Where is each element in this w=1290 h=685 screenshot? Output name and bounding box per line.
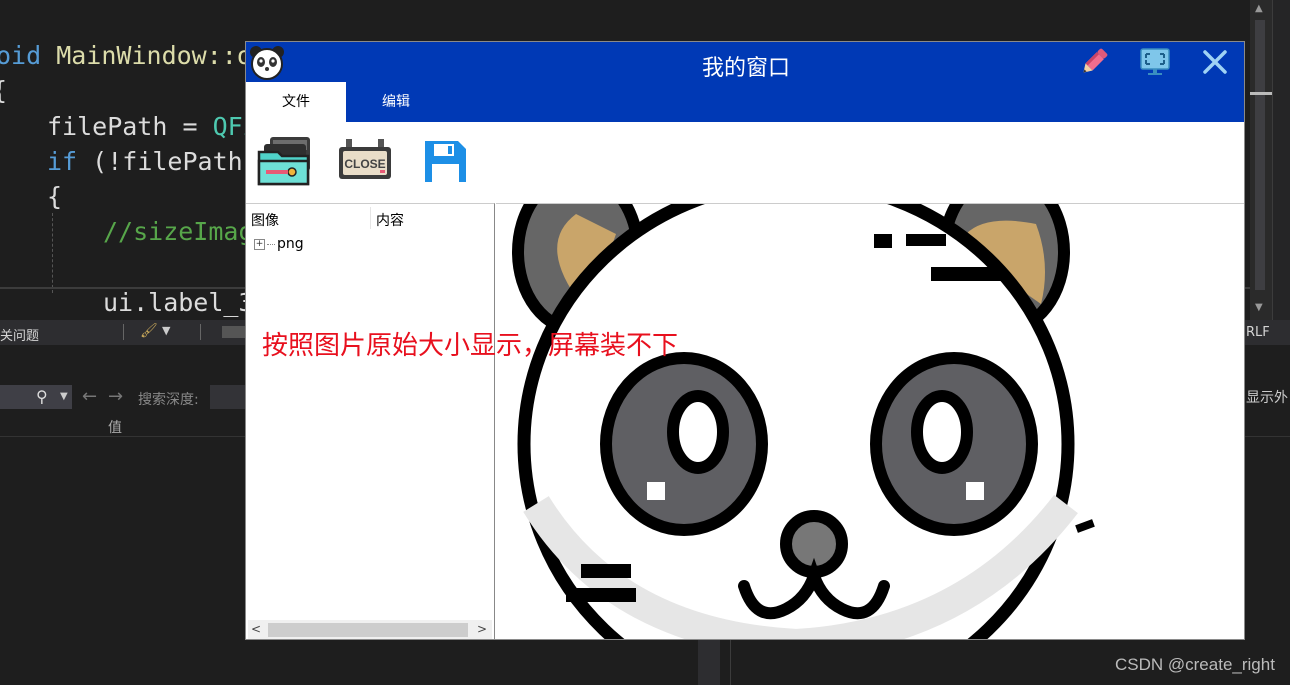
tree-header: 图像 内容 (246, 204, 493, 232)
tab-edit[interactable]: 编辑 (346, 82, 446, 122)
code-line-5: { (47, 182, 63, 211)
brush-icon[interactable]: 🖌 (140, 323, 158, 339)
horizontal-scroll-thumb[interactable] (222, 326, 246, 338)
search-depth-input[interactable] (210, 385, 246, 409)
divider (730, 640, 731, 685)
scroll-marker (1250, 92, 1272, 95)
scroll-down-icon[interactable]: ▼ (1255, 302, 1263, 313)
column-content[interactable]: 内容 (376, 210, 404, 230)
code-line-3: filePath = QFi (47, 112, 258, 141)
watermark: CSDN @create_right (1115, 655, 1275, 674)
tree-connector (267, 243, 275, 245)
forward-arrow-icon[interactable]: → (108, 386, 123, 407)
divider (200, 324, 201, 340)
svg-text:CLOSE: CLOSE (344, 157, 385, 171)
chevron-down-icon[interactable]: ▼ (162, 324, 170, 337)
scroll-left-icon[interactable]: < (251, 622, 261, 636)
tree-horizontal-scrollbar[interactable]: < > (248, 620, 492, 639)
tree-item-label: png (277, 236, 304, 252)
search-icon[interactable]: ⚲ (36, 387, 48, 406)
pencil-icon[interactable] (1076, 44, 1112, 80)
code-line-6: //sizeImag (103, 217, 254, 246)
open-folder-icon[interactable] (256, 134, 314, 189)
back-arrow-icon[interactable]: ← (82, 386, 97, 407)
column-image[interactable]: 图像 (251, 210, 279, 230)
image-view[interactable] (496, 203, 1244, 639)
scroll-thumb[interactable] (1255, 20, 1265, 290)
code-line-4: if (!filePath. (47, 147, 258, 176)
tab-file[interactable]: 文件 (246, 82, 346, 122)
close-icon[interactable] (1197, 44, 1233, 80)
divider (123, 324, 124, 340)
show-external-label[interactable]: 显示外 (1246, 387, 1288, 407)
fullscreen-icon[interactable] (1137, 44, 1173, 80)
title-bar[interactable]: 我的窗口 (246, 42, 1244, 82)
search-depth-label: 搜索深度: (138, 392, 199, 408)
panda-image (512, 204, 1095, 639)
expand-icon[interactable]: + (254, 238, 265, 250)
editor-vertical-scrollbar[interactable]: ▲ ▼ (1250, 0, 1272, 320)
issues-label[interactable]: 关问题 (0, 325, 39, 344)
save-icon[interactable] (416, 134, 474, 189)
code-line-7: ui.label_3 (103, 288, 254, 317)
chevron-down-icon[interactable]: ▼ (60, 391, 68, 402)
image-tree-panel[interactable]: 图像 内容 + png < > (246, 203, 495, 639)
tab-bar: 文件 编辑 (246, 82, 1244, 122)
code-line-1: oid MainWindow::o (0, 41, 252, 70)
code-line-2: { (0, 76, 7, 105)
line-ending-label[interactable]: RLF (1246, 325, 1270, 340)
ribbon-toolbar: CLOSE (246, 122, 1244, 202)
tree-item-png[interactable]: + png (254, 236, 304, 252)
scroll-thumb[interactable] (268, 623, 468, 637)
scroll-right-icon[interactable]: > (477, 622, 487, 636)
column-divider[interactable] (370, 207, 371, 229)
close-sign-icon[interactable]: CLOSE (336, 134, 394, 189)
scroll-up-icon[interactable]: ▲ (1255, 3, 1263, 14)
side-panel (1272, 0, 1290, 340)
bottom-scrollbar[interactable] (698, 640, 720, 685)
annotation-text: 按照图片原始大小显示，屏幕装不下 (262, 331, 679, 361)
value-column-header: 值 (108, 420, 122, 436)
indent-guide (52, 213, 53, 293)
